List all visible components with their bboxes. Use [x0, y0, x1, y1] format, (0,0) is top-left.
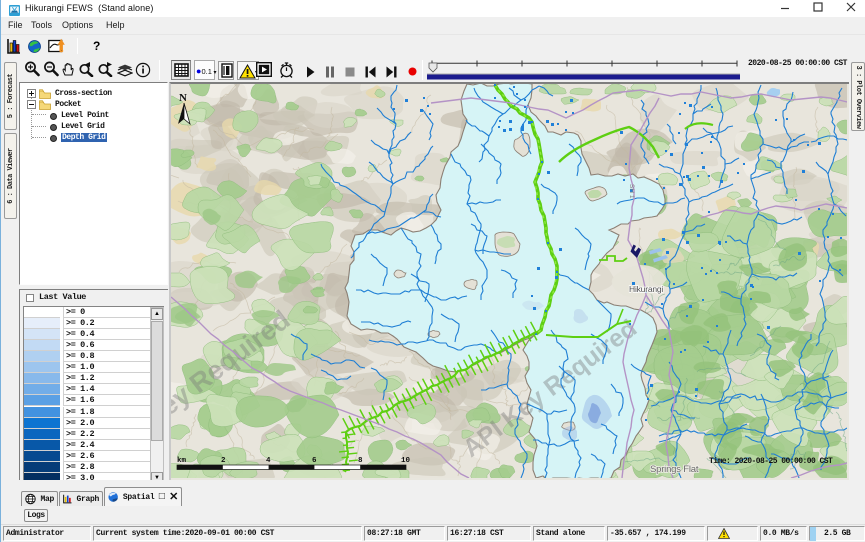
svg-text:Springs Flat: Springs Flat [650, 464, 699, 475]
svg-text:Time: 2020-08-25 00:00:00 CST: Time: 2020-08-25 00:00:00 CST [709, 457, 833, 466]
svg-text:8: 8 [358, 457, 363, 465]
svg-text:2: 2 [221, 457, 226, 465]
svg-text:6: 6 [312, 457, 317, 465]
svg-text:SH 1: SH 1 [628, 184, 635, 199]
svg-text:N: N [179, 92, 187, 104]
svg-text:10: 10 [401, 457, 411, 465]
svg-text:4: 4 [266, 457, 271, 465]
svg-text:Hikurangi: Hikurangi [629, 284, 663, 294]
svg-text:km: km [177, 457, 187, 465]
